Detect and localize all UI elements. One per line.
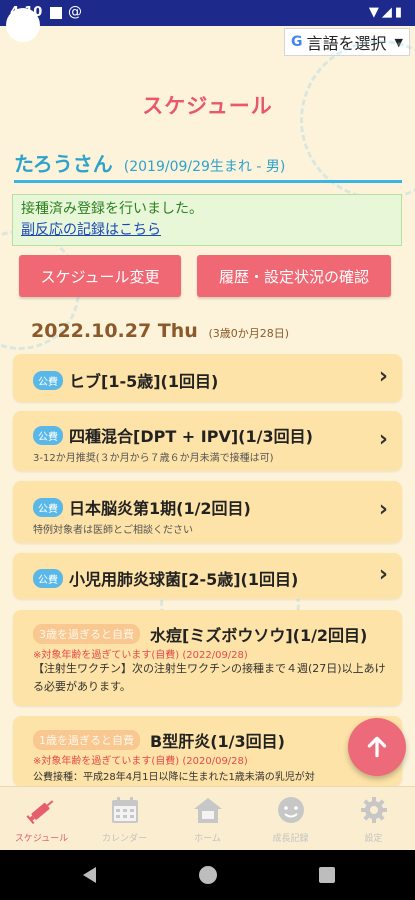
vaccine-name: 日本脳炎第1期(1/2回目) [69, 499, 251, 518]
syringe-icon [26, 800, 53, 825]
nav-label: 成長記録 [272, 834, 309, 844]
vaccine-name: 水痘[ミズボウソウ](1/2回目) [150, 626, 368, 645]
self-pay-badge: 1歳を過ぎると自費 [33, 730, 140, 750]
age-label: (3歳0か月28日) [208, 327, 290, 340]
notice-box: 接種済み登録を行いました。 副反応の記録はこちら [12, 194, 402, 246]
baby-face-icon [277, 797, 304, 823]
home-circle-icon[interactable] [199, 866, 217, 884]
chevron-right-icon: › [378, 562, 388, 587]
vaccine-name: 四種混合[DPT + IPV](1/3回目) [69, 427, 313, 446]
history-settings-button[interactable]: 履歴・設定状況の確認 [197, 255, 391, 297]
nav-label: ホーム [194, 834, 221, 844]
public-funding-badge: 公費 [33, 497, 63, 517]
vaccine-card-hib[interactable]: 公費 ヒブ[1-5歳](1回目) › [13, 354, 402, 402]
child-name: たろうさん (2019/09/29生まれ - 男) [14, 148, 285, 177]
gear-icon [360, 797, 387, 823]
nav-label: スケジュール [14, 834, 69, 844]
background-decoration [300, 40, 415, 200]
vaccine-detail: 公費接種：平成28年4月1日以降に生まれた1歳未満の乳児が対 [33, 772, 315, 783]
chevron-right-icon: › [378, 427, 388, 452]
public-funding-badge: 公費 [33, 370, 63, 390]
scroll-to-top-button[interactable] [348, 718, 406, 776]
vaccine-name: B型肝炎(1/3回目) [150, 732, 285, 751]
google-icon: G [291, 34, 303, 50]
child-birth-info: (2019/09/29生まれ - 男) [123, 159, 286, 175]
schedule-date: 2022.10.27 Thu (3歳0か月28日) [31, 320, 289, 342]
self-pay-badge: 3歳を過ぎると自費 [33, 624, 140, 644]
page-title: スケジュール [142, 94, 273, 118]
recent-apps-icon[interactable] [319, 867, 335, 883]
public-funding-badge: 公費 [33, 568, 63, 588]
bottom-navigation: スケジュール カレンダー ホーム 成長記録 設定 [0, 786, 415, 850]
divider [14, 180, 402, 183]
side-effect-record-link[interactable]: 副反応の記録はこちら [21, 220, 393, 241]
notice-message: 接種済み登録を行いました。 [21, 201, 203, 217]
vaccine-card-hepatitis-b[interactable]: 1歳を過ぎると自費 B型肝炎(1/3回目) ※対象年齢を過ぎています(自費) (… [13, 716, 402, 786]
arrow-up-icon [367, 736, 387, 758]
nav-schedule[interactable]: スケジュール [0, 787, 83, 850]
vaccine-note: 特例対象者は医師とご相談ください [33, 525, 193, 536]
chevron-right-icon: › [378, 497, 388, 522]
vaccine-note: 3-12か月推奨(３か月から７歳６か月未満で接種は可) [33, 453, 274, 464]
home-icon [193, 798, 222, 823]
schedule-change-button[interactable]: スケジュール変更 [19, 255, 181, 297]
notification-at-icon: @ [68, 4, 82, 20]
age-warning: ※対象年齢を過ぎています(自費) (2020/09/28) [33, 756, 248, 767]
overlay-circle [6, 8, 40, 42]
vaccine-card-varicella[interactable]: 3歳を過ぎると自費 水痘[ミズボウソウ](1/2回目) ※対象年齢を過ぎています… [13, 610, 402, 706]
system-navigation-bar [0, 850, 415, 900]
child-name-text: たろうさん [14, 152, 113, 176]
calendar-icon [111, 797, 138, 823]
vaccine-card-japanese-encephalitis[interactable]: 公費 日本脳炎第1期(1/2回目) 特例対象者は医師とご相談ください › [13, 481, 402, 543]
status-bar: 4:10 @ ▼◢▮ [0, 0, 415, 26]
vaccine-card-dpt-ipv[interactable]: 公費 四種混合[DPT + IPV](1/3回目) 3-12か月推奨(３か月から… [13, 411, 402, 471]
public-funding-badge: 公費 [33, 425, 63, 445]
nav-settings[interactable]: 設定 [332, 787, 415, 850]
notification-square-icon [50, 7, 62, 19]
age-warning: ※対象年齢を過ぎています(自費) (2022/09/28) [33, 650, 248, 661]
back-icon[interactable] [83, 867, 96, 883]
vaccine-name: 小児用肺炎球菌[2-5歳](1回目) [69, 570, 299, 589]
vaccine-card-pneumococcal[interactable]: 公費 小児用肺炎球菌[2-5歳](1回目) › [13, 553, 402, 599]
vaccine-name: ヒブ[1-5歳](1回目) [69, 372, 219, 391]
status-icons: ▼◢▮ [368, 5, 405, 20]
chevron-right-icon: › [378, 364, 388, 389]
nav-calendar[interactable]: カレンダー [83, 787, 166, 850]
nav-label: カレンダー [101, 834, 147, 844]
date-label: 2022.10.27 Thu [31, 320, 198, 342]
nav-label: 設定 [364, 834, 383, 844]
nav-home[interactable]: ホーム [166, 787, 249, 850]
nav-growth-record[interactable]: 成長記録 [249, 787, 332, 850]
vaccine-detail: 【注射生ワクチン】次の注射生ワクチンの接種まで４週(27日)以上あける必要があり… [33, 662, 386, 693]
